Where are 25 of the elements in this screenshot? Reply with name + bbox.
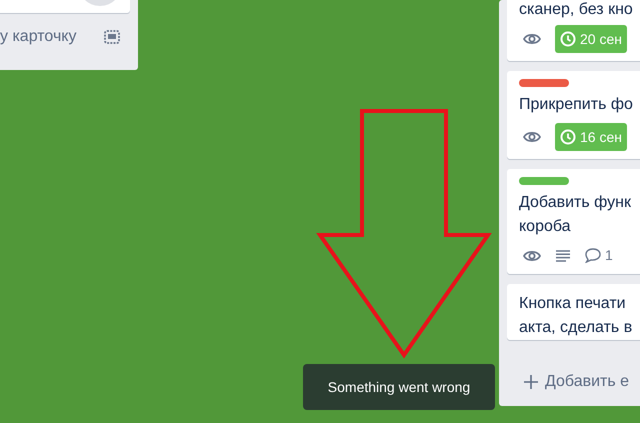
comment-count: 1 <box>605 246 613 265</box>
add-card-link[interactable]: Добавить е <box>545 370 630 394</box>
eye-icon <box>523 248 541 262</box>
template-icon[interactable] <box>104 30 120 44</box>
description-icon <box>555 250 571 262</box>
card-title: короба <box>519 217 572 237</box>
card-label[interactable] <box>519 79 569 87</box>
toast-notification: Something went wrong <box>303 364 495 410</box>
card-title: акта, сделать в <box>519 318 634 338</box>
card-label[interactable] <box>519 177 569 185</box>
card-title: сканер, без кно <box>519 0 634 19</box>
plus-icon <box>523 374 539 390</box>
card-title: Прикрепить фо <box>519 95 634 115</box>
clock-icon <box>560 129 576 145</box>
card[interactable]: Добавить функ короба 1 <box>507 169 640 274</box>
add-card-link[interactable]: у карточку <box>0 25 76 49</box>
card-title: Кнопка печати <box>519 294 627 314</box>
clock-icon <box>560 31 576 47</box>
card-title: Добавить функ <box>519 193 632 213</box>
eye-icon <box>523 130 541 144</box>
card[interactable]: сканер, без кно 20 сен <box>507 0 640 61</box>
card[interactable]: Кнопка печати акта, сделать в <box>507 284 640 340</box>
comment-icon <box>585 248 601 263</box>
eye-icon <box>523 32 541 46</box>
card[interactable]: Прикрепить фо 16 сен <box>507 71 640 159</box>
